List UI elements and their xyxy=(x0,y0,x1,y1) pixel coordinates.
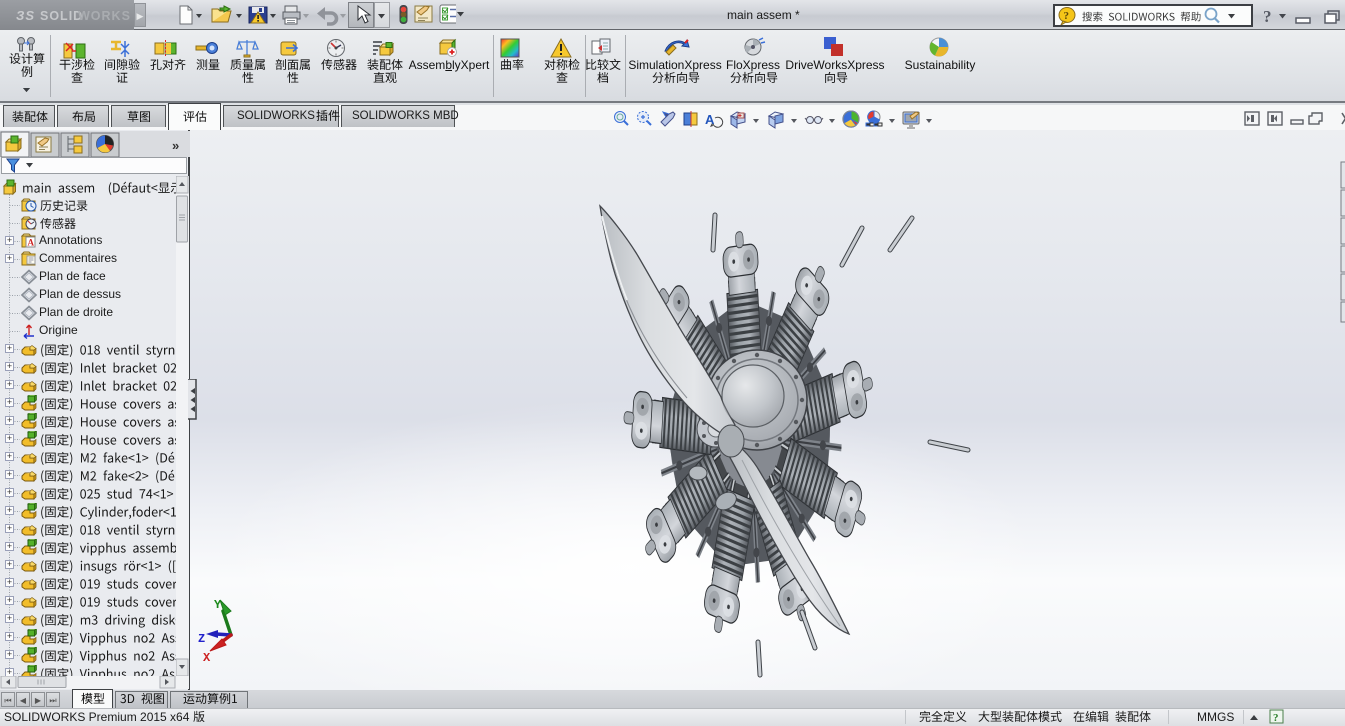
svg-text:WORKS: WORKS xyxy=(78,9,131,23)
svg-text:Z: Z xyxy=(198,632,205,646)
svg-text:?: ? xyxy=(1064,10,1070,22)
svg-text:?: ? xyxy=(1273,712,1279,724)
svg-text:X: X xyxy=(203,651,211,665)
svg-text:»: » xyxy=(172,138,179,153)
svg-text:SOLID: SOLID xyxy=(40,9,83,23)
svg-text:Y: Y xyxy=(214,598,222,612)
svg-text:ЗS: ЗS xyxy=(16,8,35,23)
svg-text:?: ? xyxy=(1263,7,1272,26)
